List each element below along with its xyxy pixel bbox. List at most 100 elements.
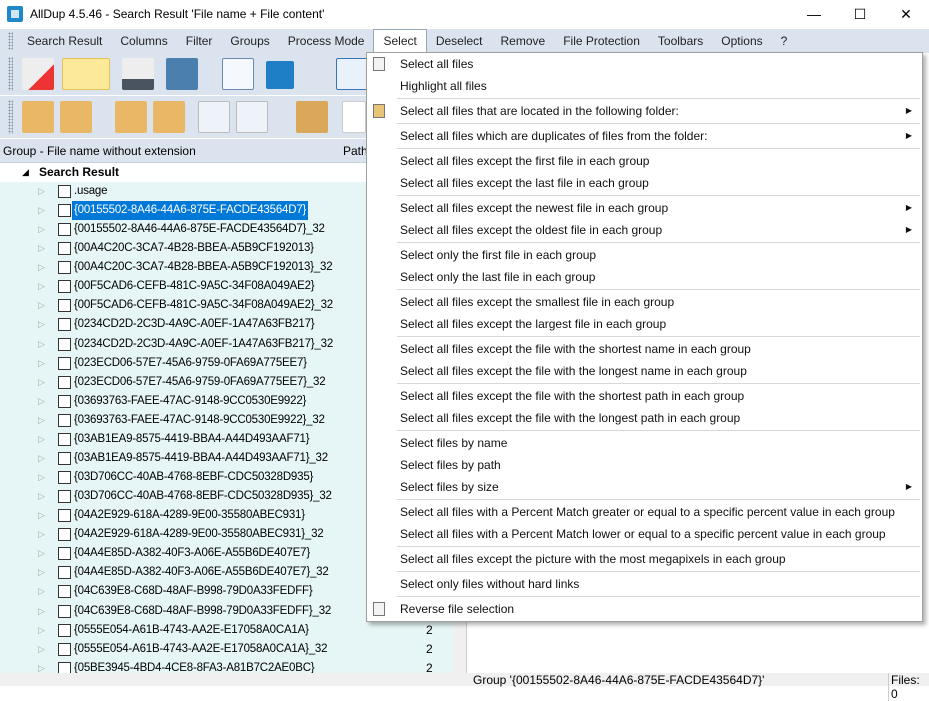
column-group[interactable]: Group - File name without extension [3, 144, 196, 158]
menu-item[interactable]: Select all files except the picture with… [367, 548, 922, 570]
clear-results-icon[interactable] [22, 58, 54, 90]
row-checkbox[interactable] [58, 280, 71, 294]
columns-icon[interactable] [336, 58, 368, 90]
checked-file-icon[interactable] [342, 101, 366, 133]
row-checkbox[interactable] [58, 547, 71, 561]
folder-down-icon[interactable] [153, 101, 185, 133]
expand-icon[interactable]: ▷ [38, 544, 45, 563]
menu-select[interactable]: Select [373, 29, 427, 53]
expand-icon[interactable]: ▷ [38, 582, 45, 601]
expand-icon[interactable]: ▷ [38, 239, 45, 258]
menu-item[interactable]: Select files by path [367, 454, 922, 476]
expand-icon[interactable]: ▷ [38, 182, 45, 201]
row-checkbox[interactable] [58, 566, 71, 580]
menu-item[interactable]: Select files by size ▶ [367, 476, 922, 498]
menu-deselect[interactable]: Deselect [427, 30, 492, 52]
close-button[interactable]: ✕ [883, 0, 929, 28]
row-checkbox[interactable] [58, 604, 71, 618]
menu-item[interactable]: Select all files except the file with th… [367, 360, 922, 382]
expand-icon[interactable]: ▷ [38, 315, 45, 334]
row-checkbox[interactable] [58, 242, 71, 256]
menu-item[interactable]: Select all files except the oldest file … [367, 219, 922, 241]
column-path[interactable]: Path [343, 144, 368, 158]
menu-filter[interactable]: Filter [177, 30, 222, 52]
expand-icon[interactable]: ▷ [38, 392, 45, 411]
row-checkbox[interactable] [58, 394, 71, 408]
maximize-button[interactable]: ☐ [837, 0, 883, 28]
menu-item[interactable]: Select only the last file in each group [367, 266, 922, 288]
expand-icon[interactable]: ▷ [38, 201, 45, 220]
expand-icon[interactable]: ▷ [38, 335, 45, 354]
row-checkbox[interactable] [58, 299, 71, 313]
expand-icon[interactable]: ▷ [38, 373, 45, 392]
row-checkbox[interactable] [58, 623, 71, 637]
menu-item[interactable]: Select all files except the file with th… [367, 338, 922, 360]
menu-item[interactable]: Select only the first file in each group [367, 244, 922, 266]
expand-icon[interactable]: ▷ [38, 277, 45, 296]
row-checkbox[interactable] [58, 318, 71, 332]
menu-item[interactable]: Select all files except the file with th… [367, 385, 922, 407]
menu-item[interactable]: Select all files except the smallest fil… [367, 291, 922, 313]
minimize-button[interactable]: — [791, 0, 837, 28]
toolbar-grip[interactable] [8, 57, 13, 91]
row-checkbox[interactable] [58, 356, 71, 370]
view-preview-icon[interactable] [62, 58, 110, 90]
menu-item[interactable]: Select only files without hard links [367, 573, 922, 595]
menu-item[interactable]: Select all files [367, 53, 922, 75]
menu-item[interactable]: Select all files except the first file i… [367, 150, 922, 172]
menu-item[interactable]: Select all files that are located in the… [367, 100, 922, 122]
menu-item[interactable]: Select files by name [367, 432, 922, 454]
menu-file-protection[interactable]: File Protection [554, 30, 649, 52]
row-checkbox[interactable] [58, 223, 71, 237]
expand-icon[interactable]: ▷ [38, 449, 45, 468]
toolbar-grip[interactable] [8, 100, 13, 134]
folder-up-icon[interactable] [115, 101, 147, 133]
row-checkbox[interactable] [58, 490, 71, 504]
expand-icon[interactable]: ▷ [38, 296, 45, 315]
row-checkbox[interactable] [58, 585, 71, 599]
expand-icon[interactable]: ▷ [38, 411, 45, 430]
expand-icon[interactable]: ▷ [38, 525, 45, 544]
menu-item[interactable]: Select all files except the largest file… [367, 313, 922, 335]
menu-toolbars[interactable]: Toolbars [649, 30, 712, 52]
expand-icon[interactable]: ▷ [38, 468, 45, 487]
menu-[interactable]: ? [772, 30, 797, 52]
menu-item[interactable]: Select all files which are duplicates of… [367, 125, 922, 147]
save-icon[interactable] [166, 58, 198, 90]
close-x-icon[interactable] [266, 61, 294, 89]
move-up-icon[interactable] [198, 101, 230, 133]
expand-icon[interactable]: ▷ [38, 602, 45, 621]
folder-forward-icon[interactable] [60, 101, 92, 133]
menu-item[interactable]: Select all files except the newest file … [367, 197, 922, 219]
row-checkbox[interactable] [58, 375, 71, 389]
row-checkbox[interactable] [58, 509, 71, 523]
expand-icon[interactable]: ▷ [38, 220, 45, 239]
folder-settings-icon[interactable] [296, 101, 328, 133]
row-checkbox[interactable] [58, 261, 71, 275]
menu-columns[interactable]: Columns [111, 30, 176, 52]
expand-icon[interactable]: ▷ [38, 640, 45, 659]
menu-item[interactable]: Select all files with a Percent Match lo… [367, 523, 922, 545]
move-down-icon[interactable] [236, 101, 268, 133]
row-checkbox[interactable] [58, 185, 71, 198]
menu-groups[interactable]: Groups [221, 30, 278, 52]
menu-remove[interactable]: Remove [492, 30, 555, 52]
menu-item[interactable]: Select all files with a Percent Match gr… [367, 501, 922, 523]
menu-options[interactable]: Options [712, 30, 771, 52]
row-checkbox[interactable] [58, 528, 71, 542]
folder-back-icon[interactable] [22, 101, 54, 133]
expand-icon[interactable]: ▷ [38, 258, 45, 277]
expand-icon[interactable]: ▷ [38, 354, 45, 373]
menu-process-mode[interactable]: Process Mode [279, 30, 374, 52]
menu-search-result[interactable]: Search Result [18, 30, 111, 52]
row-checkbox[interactable] [58, 642, 71, 656]
menu-item[interactable]: Select all files except the file with th… [367, 407, 922, 429]
menubar-grip[interactable] [8, 32, 13, 50]
menu-item[interactable]: Select all files except the last file in… [367, 172, 922, 194]
expand-icon[interactable]: ▷ [38, 563, 45, 582]
log-icon[interactable] [122, 58, 154, 90]
expand-icon[interactable]: ▷ [38, 487, 45, 506]
row-checkbox[interactable] [58, 471, 71, 485]
row-checkbox[interactable] [58, 337, 71, 351]
row-checkbox[interactable] [58, 432, 71, 446]
